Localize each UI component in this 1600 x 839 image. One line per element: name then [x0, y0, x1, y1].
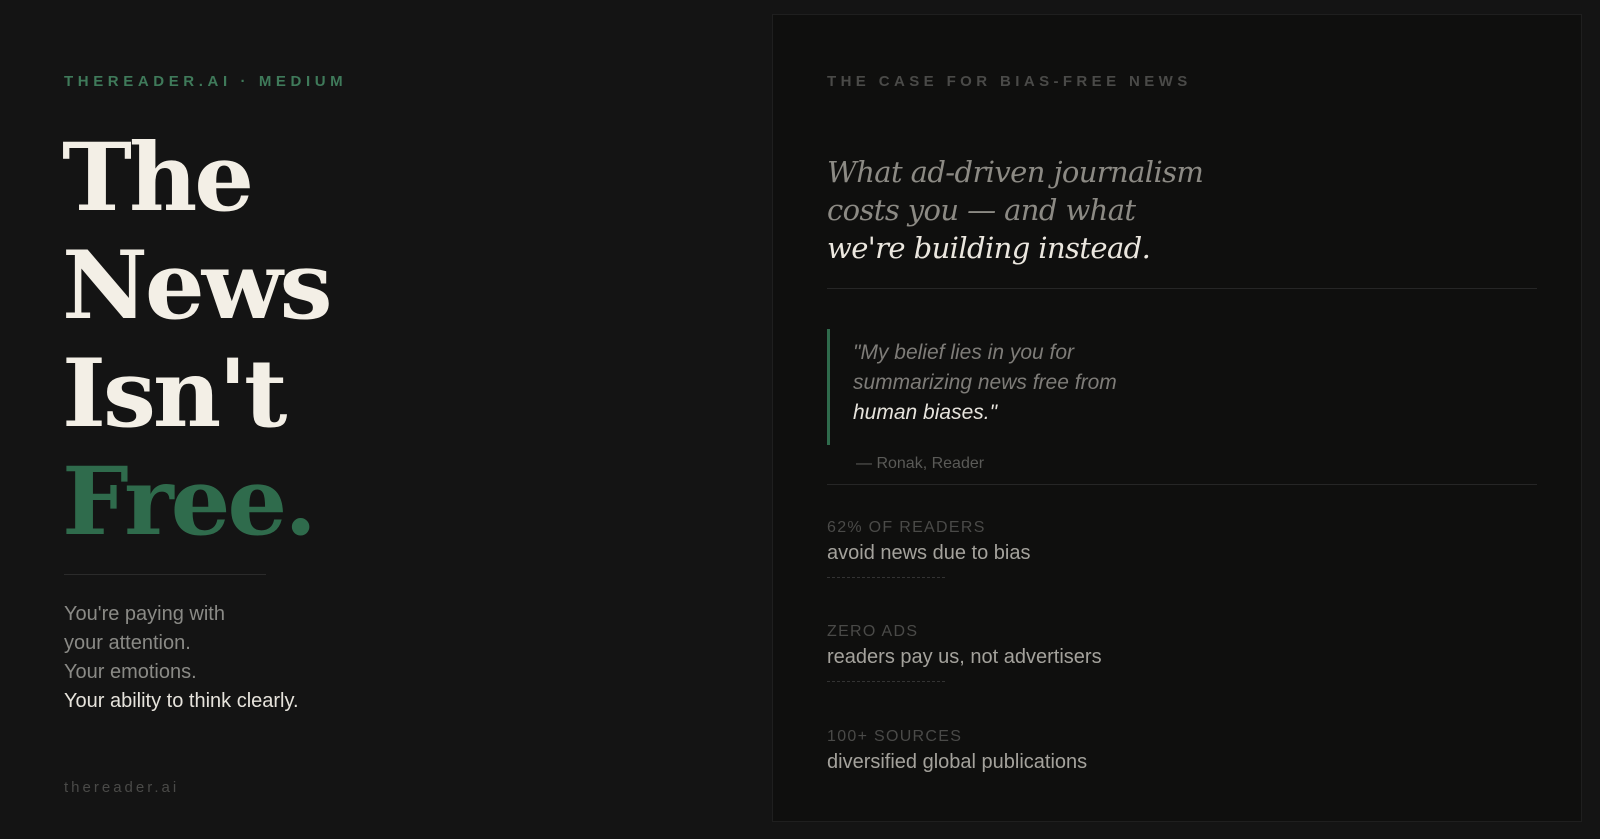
stat-item: 62% OF READERS avoid news due to bias	[827, 519, 1030, 578]
stat-description: avoid news due to bias	[827, 542, 1031, 564]
quote-line-3: human biases."	[853, 401, 998, 424]
divider	[64, 574, 266, 575]
subhead-line-2: costs you — and what	[827, 193, 1136, 227]
stat-label: 100+ SOURCES	[827, 728, 963, 745]
quote-line-1: "My belief lies in you for	[853, 341, 1075, 364]
subheadline: What ad-driven journalism costs you — an…	[827, 153, 1204, 267]
stat-item: ZERO ADS readers pay us, not advertisers	[827, 623, 1102, 682]
stat-separator	[827, 577, 945, 578]
divider	[827, 288, 1537, 289]
divider	[827, 484, 1537, 485]
headline-line-3: Isn't	[62, 339, 287, 449]
quote-line-2: summarizing news free from	[853, 371, 1117, 394]
lead-line-2: your attention.	[64, 632, 191, 654]
stat-label: ZERO ADS	[827, 623, 919, 640]
brand-eyebrow: THEREADER.AI · MEDIUM	[64, 73, 348, 90]
stat-description: diversified global publications	[827, 751, 1088, 773]
quote-attribution: — Ronak, Reader	[856, 455, 985, 472]
subhead-line-3: we're building instead.	[827, 231, 1151, 265]
testimonial-quote: "My belief lies in you for summarizing n…	[827, 329, 1117, 472]
stat-item: 100+ SOURCES diversified global publicat…	[827, 728, 1087, 774]
lead-line-4: Your ability to think clearly.	[64, 690, 299, 712]
quote-text: "My belief lies in you for summarizing n…	[853, 329, 1117, 428]
lead-line-1: You're paying with	[64, 603, 225, 625]
lead-text: You're paying with your attention. Your …	[64, 600, 299, 716]
footer-brand: thereader.ai	[64, 779, 180, 796]
headline: The News Isn't Free.	[62, 123, 333, 557]
headline-line-4-accent: Free.	[62, 447, 317, 557]
stat-description: readers pay us, not advertisers	[827, 646, 1102, 668]
stat-separator	[827, 681, 945, 682]
left-panel: THEREADER.AI · MEDIUM The News Isn't Fre…	[0, 0, 772, 839]
section-eyebrow: THE CASE FOR BIAS-FREE NEWS	[827, 73, 1192, 90]
stat-label: 62% OF READERS	[827, 519, 986, 536]
lead-line-3: Your emotions.	[64, 661, 197, 683]
subhead-line-1: What ad-driven journalism	[827, 155, 1204, 189]
right-panel: THE CASE FOR BIAS-FREE NEWS What ad-driv…	[772, 14, 1582, 822]
headline-line-2: News	[62, 231, 333, 341]
headline-line-1: The	[62, 123, 254, 233]
